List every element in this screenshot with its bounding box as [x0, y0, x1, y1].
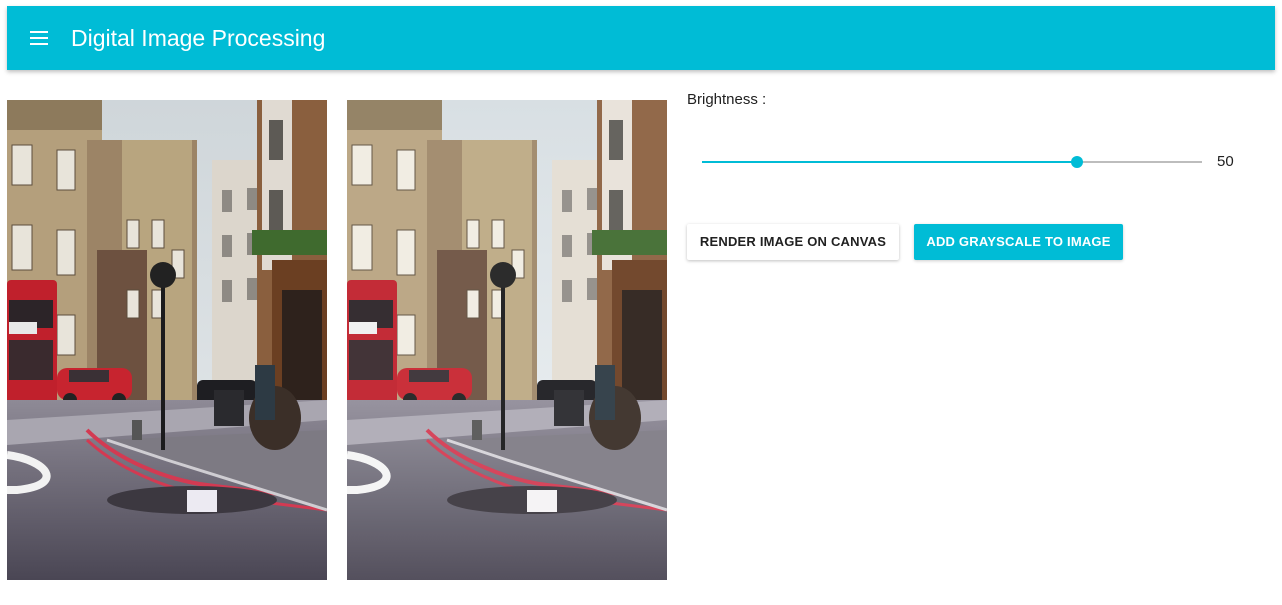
render-image-button[interactable]: RENDER IMAGE ON CANVAS: [687, 224, 899, 260]
original-image: [7, 100, 327, 580]
app-toolbar: Digital Image Processing: [7, 6, 1275, 70]
slider-thumb[interactable]: [1071, 156, 1083, 168]
slider-fill: [702, 161, 1077, 163]
canvas-image: [347, 100, 667, 580]
add-grayscale-button[interactable]: ADD GRAYSCALE TO IMAGE: [914, 224, 1123, 260]
app-title: Digital Image Processing: [71, 25, 326, 51]
brightness-label: Brightness :: [687, 91, 767, 108]
hamburger-menu-icon[interactable]: [27, 26, 51, 50]
brightness-value: 50: [1217, 153, 1234, 170]
brightness-slider[interactable]: [702, 152, 1202, 172]
